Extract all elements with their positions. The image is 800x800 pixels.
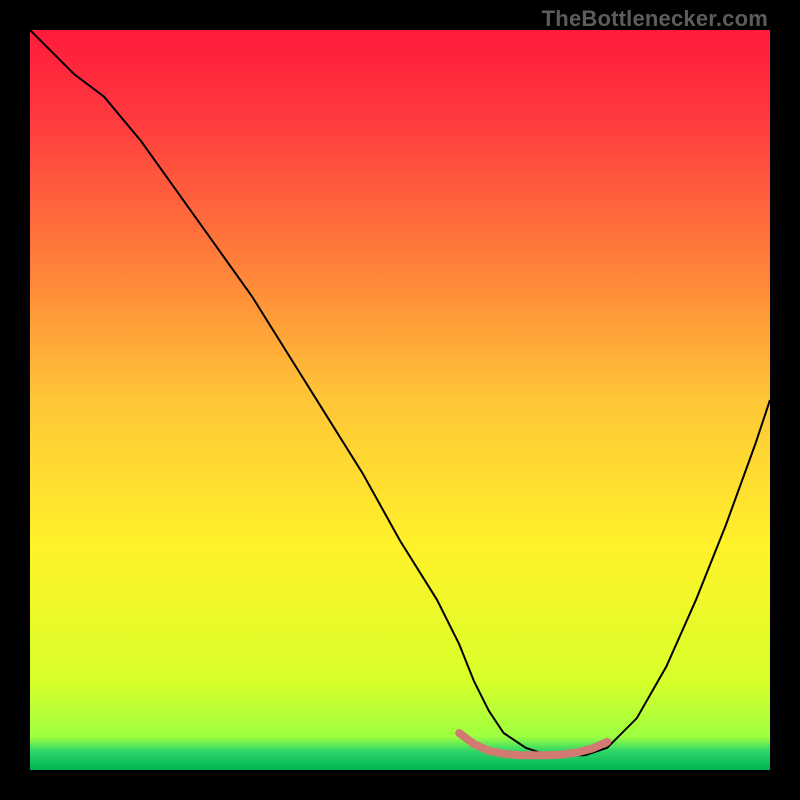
chart-frame (30, 30, 770, 770)
chart-plot (30, 30, 770, 770)
watermark-text: TheBottlenecker.com (542, 6, 768, 32)
